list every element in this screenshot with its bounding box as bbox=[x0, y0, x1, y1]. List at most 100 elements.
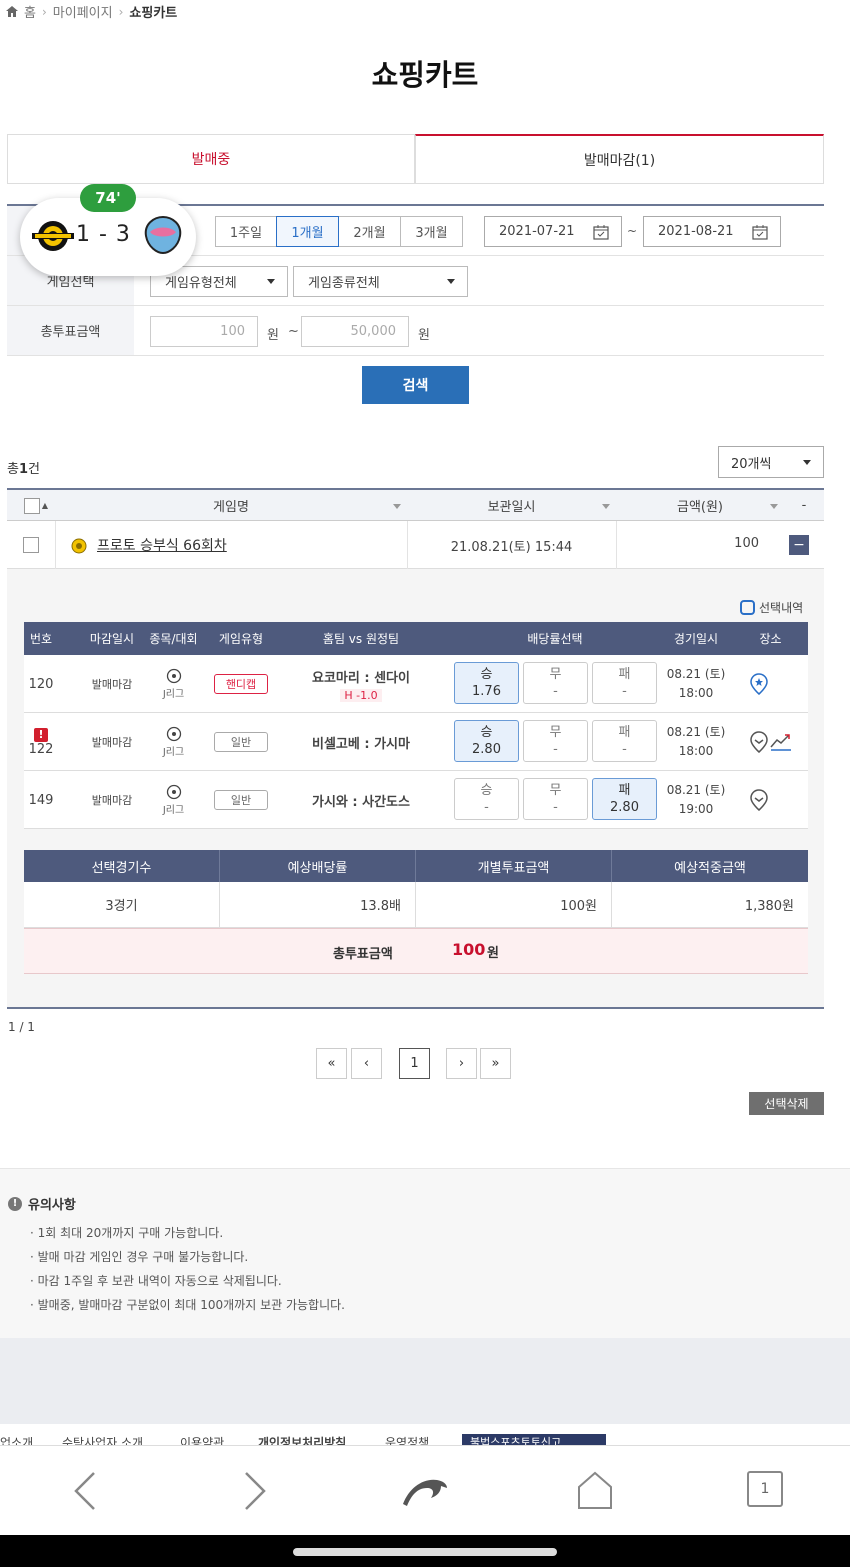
total-prefix: 총 bbox=[7, 462, 19, 477]
sort-icon[interactable] bbox=[602, 504, 610, 509]
match-teams: 요코마리 : 센다이 bbox=[312, 670, 410, 686]
odds-value: - bbox=[622, 684, 627, 699]
odds-win-button[interactable]: 승 2.80 bbox=[454, 720, 519, 762]
header-saved-date[interactable]: 보관일시 bbox=[407, 490, 616, 521]
game-no-cell: ! 122 bbox=[24, 713, 58, 771]
notice-title: ! 유의사항 bbox=[8, 1194, 76, 1213]
soccer-ball-icon bbox=[166, 668, 181, 684]
collapse-button[interactable]: − bbox=[789, 535, 809, 555]
row-checkbox[interactable] bbox=[23, 537, 39, 553]
odds-label: 패 bbox=[618, 783, 631, 798]
game-name-link[interactable]: 프로토 승부식 66회차 bbox=[97, 535, 227, 555]
sort-icon[interactable] bbox=[393, 504, 401, 509]
odds-win-button[interactable]: 승- bbox=[454, 778, 519, 820]
odds-draw-button[interactable]: 무- bbox=[523, 778, 588, 820]
forward-icon[interactable] bbox=[242, 1471, 268, 1511]
match-teams: 비셀고베 : 가시마 bbox=[312, 736, 410, 752]
tabs-button[interactable]: 1 bbox=[747, 1471, 783, 1507]
search-button[interactable]: 검색 bbox=[362, 366, 469, 404]
summary-count: 3경기 bbox=[24, 882, 220, 927]
game-no: 149 bbox=[28, 792, 54, 808]
match-teams: 가시와 : 사간도스 bbox=[312, 794, 410, 810]
dolphin-icon[interactable] bbox=[401, 1474, 449, 1508]
breadcrumb-mypage[interactable]: 마이페이지 bbox=[53, 2, 113, 21]
handicap-value: H -1.0 bbox=[340, 688, 382, 702]
header-game-name[interactable]: 게임명 bbox=[55, 490, 407, 521]
odds-lose-button[interactable]: 패- bbox=[592, 662, 657, 704]
home-gesture-pill[interactable] bbox=[293, 1548, 557, 1556]
period-2month-button[interactable]: 2개월 bbox=[338, 216, 401, 247]
game-type-cell: 핸디캡 bbox=[211, 655, 271, 713]
location-pin-icon[interactable] bbox=[749, 731, 768, 753]
col-league: 종목/대회 bbox=[149, 632, 198, 646]
header-amount[interactable]: 금액(원) bbox=[616, 490, 784, 521]
amount-unit: 원 bbox=[267, 328, 279, 343]
col-match-date: 경기일시 bbox=[673, 632, 719, 646]
odds-label: 승 bbox=[480, 725, 493, 740]
select-all-control[interactable]: ▲ bbox=[21, 490, 51, 521]
breadcrumb-current: 쇼핑카트 bbox=[129, 6, 178, 21]
tab-on-sale[interactable]: 발매중 bbox=[7, 134, 415, 184]
game-kind-select[interactable]: 게임종류전체 bbox=[293, 266, 468, 297]
game-kind-value: 게임종류전체 bbox=[308, 276, 380, 291]
calendar-icon[interactable] bbox=[752, 224, 768, 240]
odds-lose-button[interactable]: 패- bbox=[592, 720, 657, 762]
game-type-badge: 핸디캡 bbox=[214, 674, 268, 694]
home-icon[interactable] bbox=[576, 1470, 614, 1510]
amount-label: 총투표금액 bbox=[7, 306, 134, 355]
total-count-value: 1 bbox=[18, 462, 29, 477]
odds-label: 승 bbox=[480, 667, 493, 682]
location-pin-icon[interactable] bbox=[750, 673, 768, 695]
selected-history-checkbox[interactable] bbox=[740, 600, 755, 615]
amount-row: 총투표금액 100 원 ~ 50,000 원 bbox=[7, 306, 824, 356]
odds-lose-button[interactable]: 패 2.80 bbox=[592, 778, 657, 820]
col-no: 번호 bbox=[29, 632, 53, 646]
location-pin-icon[interactable] bbox=[750, 789, 768, 811]
tab-sale-closed[interactable]: 발매마감(1) bbox=[415, 134, 824, 184]
odds-label: 패 bbox=[618, 725, 631, 740]
footer-band bbox=[0, 1338, 850, 1424]
date-separator: ~ bbox=[627, 224, 638, 238]
last-page-button[interactable]: » bbox=[480, 1048, 511, 1079]
amount-separator: ~ bbox=[288, 324, 299, 339]
col-match: 홈팀 vs 원정팀 bbox=[322, 632, 400, 646]
period-1week-button[interactable]: 1주일 bbox=[215, 216, 277, 247]
odds-value: 2.80 bbox=[472, 742, 501, 757]
match-datetime: 08.21 (토) 18:00 bbox=[659, 655, 733, 713]
breadcrumb-home[interactable]: 홈 bbox=[24, 2, 36, 21]
first-page-button[interactable]: « bbox=[316, 1048, 347, 1079]
home-icon[interactable] bbox=[6, 6, 18, 17]
select-all-checkbox[interactable] bbox=[23, 497, 40, 514]
odds-draw-button[interactable]: 무- bbox=[523, 662, 588, 704]
notice-section: ! 유의사항 · 1회 최대 20개까지 구매 가능합니다. · 발매 마감 게… bbox=[0, 1168, 850, 1338]
calendar-icon[interactable] bbox=[593, 224, 609, 240]
trend-chart-icon[interactable] bbox=[769, 733, 792, 751]
match-date: 08.21 (토) bbox=[666, 725, 726, 739]
period-3month-button[interactable]: 3개월 bbox=[400, 216, 463, 247]
period-1month-button[interactable]: 1개월 bbox=[276, 216, 339, 247]
page-1-button[interactable]: 1 bbox=[399, 1048, 430, 1079]
date-to-input[interactable]: 2021-08-21 bbox=[643, 216, 781, 247]
amount-min-input[interactable]: 100 bbox=[150, 316, 258, 347]
footer-links: 업소개 수탁사업자 소개 이용약관 개인정보처리방침 운영정책 불법스포츠토토신… bbox=[0, 1424, 850, 1446]
selected-history-toggle[interactable]: 선택내역 bbox=[740, 599, 803, 616]
prev-page-button[interactable]: ‹ bbox=[351, 1048, 382, 1079]
date-from-input[interactable]: 2021-07-21 bbox=[484, 216, 622, 247]
odds-win-button[interactable]: 승 1.76 bbox=[454, 662, 519, 704]
delete-selected-button[interactable]: 선택삭제 bbox=[749, 1092, 824, 1115]
per-page-value: 20개씩 bbox=[731, 456, 772, 472]
next-page-button[interactable]: › bbox=[446, 1048, 477, 1079]
page-title: 쇼핑카트 bbox=[371, 58, 479, 92]
summary-col-count: 선택경기수 bbox=[24, 850, 220, 882]
odds-draw-button[interactable]: 무- bbox=[523, 720, 588, 762]
sort-icon[interactable] bbox=[770, 504, 778, 509]
game-no: 122 bbox=[28, 741, 54, 757]
per-page-select[interactable]: 20개씩 bbox=[718, 446, 824, 478]
back-icon[interactable] bbox=[72, 1471, 98, 1511]
system-nav-bar bbox=[0, 1535, 850, 1567]
game-type-badge: 일반 bbox=[214, 790, 268, 810]
match-cell: 가시와 : 사간도스 bbox=[271, 771, 451, 829]
sort-up-icon[interactable]: ▲ bbox=[42, 501, 48, 510]
amount-max-input[interactable]: 50,000 bbox=[301, 316, 409, 347]
col-odds: 배당률선택 bbox=[527, 632, 583, 646]
